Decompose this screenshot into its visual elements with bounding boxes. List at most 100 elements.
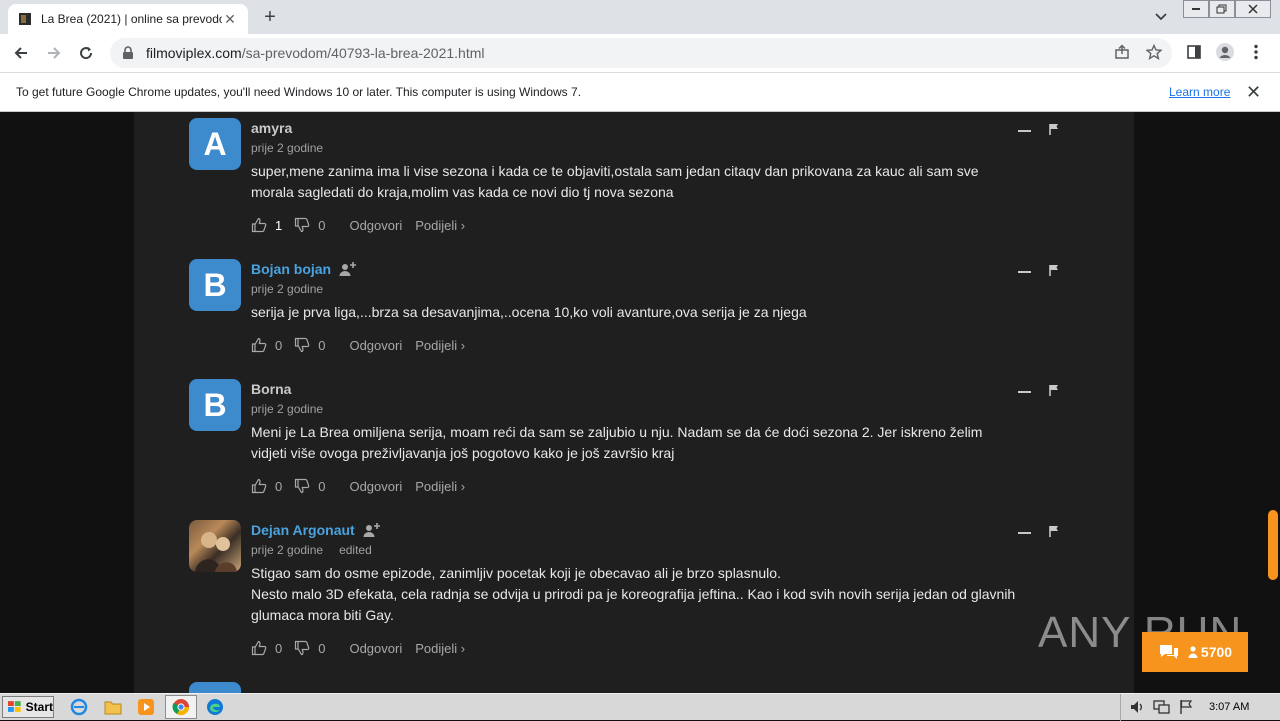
windows-logo-icon: [7, 701, 21, 712]
user-icon: [1188, 646, 1198, 658]
downvote-count: 0: [318, 478, 326, 494]
downvote-button[interactable]: 0: [294, 337, 325, 353]
share-icon[interactable]: [1110, 40, 1134, 64]
user-photo-avatar[interactable]: [189, 520, 241, 572]
edited-label: edited: [339, 543, 372, 557]
tab-close-icon[interactable]: ✕: [222, 11, 238, 28]
flag-icon[interactable]: [1049, 524, 1059, 542]
side-panel-icon[interactable]: [1182, 40, 1206, 64]
comment-timestamp[interactable]: prije 2 godine: [251, 141, 1081, 155]
collapse-minus-icon[interactable]: [1018, 271, 1031, 273]
upvote-button[interactable]: 0: [251, 478, 282, 494]
comment-timestamp[interactable]: prije 2 godine: [251, 282, 1081, 296]
follow-user-icon[interactable]: [339, 261, 357, 277]
page-viewport: A amyra prije 2 godine super,mene zanima…: [0, 112, 1280, 693]
comment-timestamp[interactable]: prije 2 godine edited: [251, 543, 1081, 557]
forward-arrow-icon[interactable]: [41, 40, 67, 66]
upvote-button[interactable]: 0: [251, 337, 282, 353]
reply-button[interactable]: Odgovori: [349, 338, 402, 353]
follow-user-icon[interactable]: [363, 522, 381, 538]
upvote-count: 1: [275, 217, 283, 233]
collapse-minus-icon[interactable]: [1018, 532, 1031, 534]
comment-text: serija je prva liga,...brza sa desavanji…: [251, 304, 807, 320]
browser-tab[interactable]: La Brea (2021) | online sa prevodom ✕: [8, 4, 248, 34]
chat-bubbles-icon: [1159, 645, 1178, 659]
thumbs-down-icon: [295, 478, 310, 494]
flag-icon[interactable]: [1049, 263, 1059, 281]
flag-icon[interactable]: [1049, 122, 1059, 140]
network-icon[interactable]: [1153, 699, 1171, 720]
upvote-button[interactable]: 0: [251, 640, 282, 656]
comment-avatar[interactable]: [189, 682, 241, 693]
reply-button[interactable]: Odgovori: [349, 479, 402, 494]
comment-author[interactable]: Borna: [251, 379, 1081, 399]
share-button[interactable]: Podijeli ›: [415, 479, 465, 494]
comments-count: 5700: [1200, 644, 1233, 660]
share-button[interactable]: Podijeli ›: [415, 218, 465, 233]
share-button[interactable]: Podijeli ›: [415, 338, 465, 353]
profile-avatar-icon[interactable]: [1213, 40, 1237, 64]
url-path: /sa-prevodom/40793-la-brea-2021.html: [241, 45, 485, 61]
comment-author[interactable]: amyra: [251, 118, 1081, 138]
chrome-icon[interactable]: [170, 697, 192, 717]
upvote-button[interactable]: 1: [251, 217, 282, 233]
thumbs-down-icon: [295, 640, 310, 656]
downvote-button[interactable]: 0: [294, 640, 325, 656]
share-button[interactable]: Podijeli ›: [415, 641, 465, 656]
thumbs-up-icon: [251, 640, 267, 656]
comments-count-button[interactable]: 5700: [1142, 632, 1248, 672]
downvote-button[interactable]: 0: [294, 217, 325, 233]
menu-kebab-icon[interactable]: [1244, 40, 1268, 64]
page-scrollbar-thumb[interactable]: [1268, 510, 1278, 580]
thumbs-up-icon: [251, 337, 267, 353]
internet-explorer-icon[interactable]: [68, 697, 90, 717]
close-window-icon[interactable]: [1235, 0, 1271, 18]
downvote-count: 0: [318, 337, 326, 353]
upvote-count: 0: [275, 478, 283, 494]
action-center-flag-icon[interactable]: [1179, 699, 1193, 720]
tab-title: La Brea (2021) | online sa prevodom: [41, 12, 222, 26]
tab-strip: La Brea (2021) | online sa prevodom ✕ +: [0, 0, 1280, 34]
back-arrow-icon[interactable]: [8, 40, 34, 66]
reply-button[interactable]: Odgovori: [349, 218, 402, 233]
reload-icon[interactable]: [73, 40, 99, 66]
bookmark-star-icon[interactable]: [1142, 40, 1166, 64]
lock-icon[interactable]: [122, 46, 136, 60]
learn-more-link[interactable]: Learn more: [1169, 85, 1230, 99]
comment-avatar[interactable]: B: [189, 379, 241, 431]
media-player-icon[interactable]: [135, 697, 157, 717]
comment-timestamp[interactable]: prije 2 godine: [251, 402, 1081, 416]
downvote-count: 0: [318, 217, 326, 233]
speaker-icon[interactable]: [1129, 699, 1145, 720]
downvote-count: 0: [318, 640, 326, 656]
downvote-button[interactable]: 0: [294, 478, 325, 494]
comment-avatar[interactable]: B: [189, 259, 241, 311]
thumbs-down-icon: [295, 337, 310, 353]
windows-taskbar: Start 3:07 AM: [0, 693, 1280, 721]
flag-icon[interactable]: [1049, 383, 1059, 401]
comment-author[interactable]: Bojan bojan: [251, 259, 1081, 279]
taskbar-clock[interactable]: 3:07 AM: [1209, 701, 1249, 713]
comment-text: Stigao sam do osme epizode, zanimljiv po…: [251, 565, 1016, 623]
address-bar[interactable]: filmoviplex.com/sa-prevodom/40793-la-bre…: [110, 38, 1172, 68]
restore-window-icon[interactable]: [1209, 0, 1235, 18]
collapse-minus-icon[interactable]: [1018, 391, 1031, 393]
infobar-message: To get future Google Chrome updates, you…: [16, 85, 582, 99]
edge-icon[interactable]: [204, 697, 226, 717]
tab-search-chevron-icon[interactable]: [1150, 6, 1172, 28]
reply-button[interactable]: Odgovori: [349, 641, 402, 656]
thumbs-up-icon: [251, 217, 267, 233]
collapse-minus-icon[interactable]: [1018, 130, 1031, 132]
new-tab-button[interactable]: +: [258, 6, 282, 30]
browser-toolbar: filmoviplex.com/sa-prevodom/40793-la-bre…: [0, 34, 1280, 72]
comment-avatar[interactable]: A: [189, 118, 241, 170]
comment-author[interactable]: Dejan Argonaut: [251, 520, 1081, 540]
start-button[interactable]: Start: [2, 696, 54, 718]
thumbs-down-icon: [295, 217, 310, 233]
minimize-window-icon[interactable]: [1183, 0, 1209, 18]
infobar-close-icon[interactable]: ✕: [1246, 82, 1261, 103]
url-domain: filmoviplex.com: [146, 45, 242, 61]
file-explorer-icon[interactable]: [102, 697, 124, 717]
update-infobar: To get future Google Chrome updates, you…: [0, 72, 1280, 112]
system-tray: [1120, 694, 1280, 721]
